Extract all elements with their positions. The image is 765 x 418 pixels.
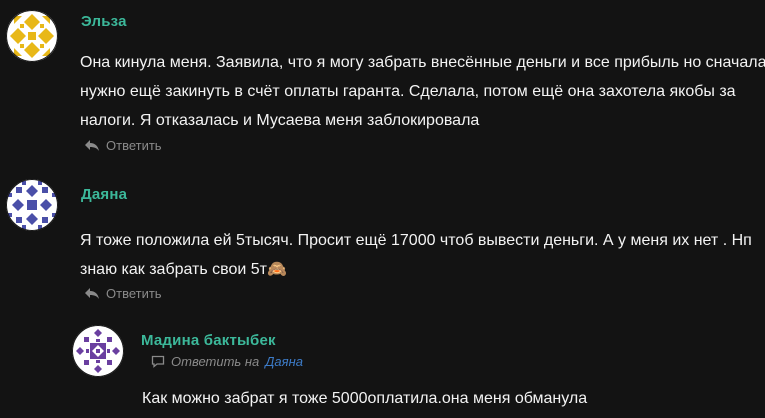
user-avatar-elza <box>6 10 58 62</box>
reply-arrow-icon <box>85 139 99 151</box>
reply-label: Ответить <box>106 138 162 153</box>
chat-bubble-icon <box>151 355 165 368</box>
reply-to-prefix: Ответить на <box>171 354 260 369</box>
comment-text-line: налоги. Я отказалась и Мусаева меня забл… <box>80 112 480 129</box>
comment-text-line: знаю как забрать свои 5т🙈 <box>80 261 287 278</box>
comment-text-line: Она кинула меня. Заявила, что я могу заб… <box>80 54 765 71</box>
reply-arrow-icon <box>85 287 99 299</box>
comment-author[interactable]: Даяна <box>81 186 127 203</box>
comment-text: Как можно забрат я тоже 5000оплатила.она… <box>142 384 587 413</box>
comment-author[interactable]: Мадина бактыбек <box>141 332 276 349</box>
reply-to-indicator: Ответить на Даяна <box>151 354 303 369</box>
reply-to-target-link[interactable]: Даяна <box>265 354 303 369</box>
reply-label: Ответить <box>106 286 162 301</box>
reply-button[interactable]: Ответить <box>84 138 162 153</box>
user-avatar-madina <box>72 325 124 377</box>
comment-text: Она кинула меня. Заявила, что я могу заб… <box>80 48 765 135</box>
comment-author[interactable]: Эльза <box>81 13 127 30</box>
comment-text: Я тоже положила ей 5тысяч. Просит ещё 17… <box>80 226 752 284</box>
comment-text-line: Я тоже положила ей 5тысяч. Просит ещё 17… <box>80 232 752 249</box>
reply-button[interactable]: Ответить <box>84 286 162 301</box>
user-avatar-dayana <box>6 179 58 231</box>
comment-text-line: Как можно забрат я тоже 5000оплатила.она… <box>142 390 588 407</box>
comment-text-line: нужно ещё закинуть в счёт оплаты гаранта… <box>80 83 736 100</box>
